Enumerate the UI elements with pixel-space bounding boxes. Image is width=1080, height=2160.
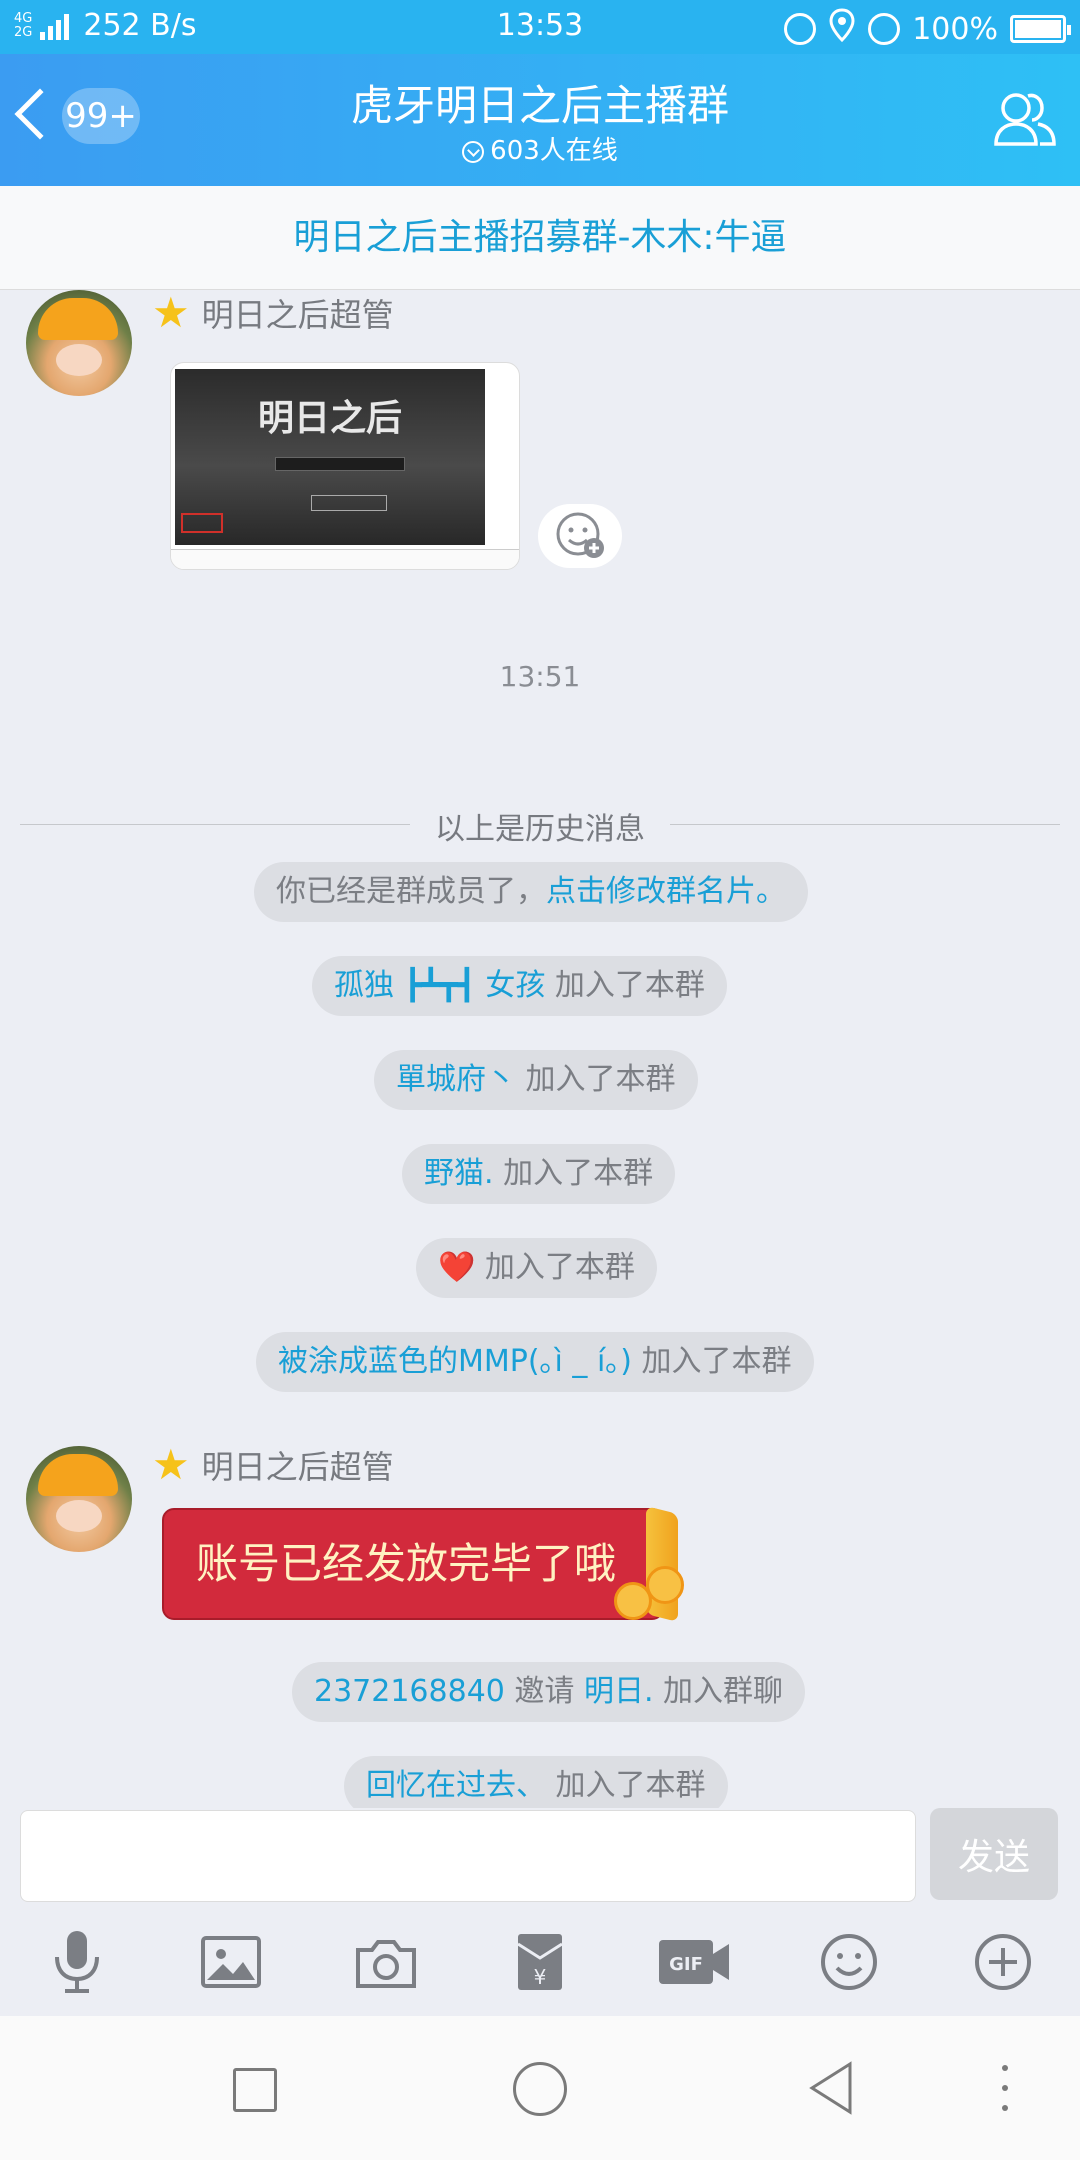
input-toolbar: ¥ GIF bbox=[0, 1912, 1080, 2012]
location-icon bbox=[828, 8, 856, 50]
alarm-icon bbox=[868, 13, 901, 45]
system-message: 你已经是群成员了，点击修改群名片。 bbox=[254, 862, 808, 922]
system-message: 單城府丶 加入了本群 bbox=[374, 1050, 698, 1110]
home-icon[interactable] bbox=[513, 2062, 567, 2116]
recent-apps-icon[interactable] bbox=[233, 2068, 277, 2112]
admin-star-icon: ★ bbox=[152, 1440, 190, 1489]
admin-star-icon: ★ bbox=[152, 290, 190, 337]
heart-icon[interactable]: ❤️ bbox=[438, 1250, 475, 1285]
message-input[interactable] bbox=[20, 1810, 916, 1902]
system-message: 被涂成蓝色的MMP(｡ì _ í｡) 加入了本群 bbox=[256, 1332, 814, 1392]
red-envelope-icon: ¥ bbox=[517, 1934, 563, 1990]
online-count-label: 603人在线 bbox=[490, 136, 618, 166]
message-timestamp: 13:51 bbox=[499, 660, 581, 693]
group-title: 虎牙明日之后主播群 bbox=[350, 81, 729, 130]
photo-button[interactable] bbox=[191, 1922, 271, 2002]
invitee-link[interactable]: 明日. bbox=[584, 1674, 654, 1709]
sender-row: ★ 明日之后超管 bbox=[152, 290, 394, 336]
coin-icon bbox=[646, 1566, 684, 1604]
sender-name: 明日之后超管 bbox=[201, 296, 394, 334]
system-message: 回忆在过去、 加入了本群 bbox=[344, 1756, 728, 1808]
camera-icon bbox=[355, 1940, 416, 1988]
emoji-icon bbox=[820, 1934, 877, 1990]
back-triangle-icon[interactable] bbox=[806, 2060, 856, 2116]
avatar[interactable] bbox=[26, 290, 132, 396]
group-announcement[interactable]: 明日之后主播招募群-木木:牛逼 bbox=[0, 186, 1080, 290]
battery-icon bbox=[1010, 15, 1071, 43]
image-message[interactable]: 明日之后 bbox=[170, 362, 520, 570]
system-message: 野猫. 加入了本群 bbox=[402, 1144, 676, 1204]
more-dots-icon[interactable] bbox=[1000, 2060, 1010, 2116]
system-message: 2372168840 邀请 明日. 加入群聊 bbox=[292, 1662, 806, 1722]
inviter-link[interactable]: 2372168840 bbox=[314, 1674, 505, 1709]
emoji-button[interactable] bbox=[809, 1922, 889, 2002]
edit-group-card-link[interactable]: 点击修改群名片。 bbox=[546, 874, 786, 909]
avatar[interactable] bbox=[26, 1446, 132, 1552]
camera-button[interactable] bbox=[346, 1922, 426, 2002]
status-right: 100% bbox=[784, 8, 1071, 50]
emoji-plus-icon bbox=[556, 512, 604, 558]
member-name-link[interactable]: 被涂成蓝色的MMP(｡ì _ í｡) bbox=[278, 1344, 632, 1379]
status-bar: 4G 2G 252 B/s 13:53 100% bbox=[0, 0, 1080, 54]
plus-circle-icon bbox=[974, 1934, 1031, 1990]
add-reaction-button[interactable] bbox=[538, 504, 622, 568]
more-button[interactable] bbox=[963, 1922, 1043, 2002]
microphone-icon bbox=[55, 1931, 100, 1993]
battery-percent: 100% bbox=[912, 11, 998, 47]
game-logo-text: 明日之后 bbox=[257, 398, 402, 439]
group-members-icon[interactable] bbox=[992, 86, 1058, 152]
gif-icon: GIF bbox=[659, 1940, 730, 1984]
online-count[interactable]: 603人在线 bbox=[0, 130, 1080, 167]
system-message: 孤独 ┣┻┳┫ 女孩 加入了本群 bbox=[312, 956, 727, 1016]
input-bar: 发送 bbox=[0, 1808, 1080, 1908]
svg-text:¥: ¥ bbox=[534, 1965, 547, 1989]
red-packet-message[interactable]: 账号已经发放完毕了哦 bbox=[162, 1506, 684, 1622]
game-screenshot: 明日之后 bbox=[175, 369, 485, 545]
member-name-link[interactable]: 回忆在过去、 bbox=[366, 1768, 546, 1803]
voice-button[interactable] bbox=[37, 1922, 117, 2002]
red-packet-button[interactable]: ¥ bbox=[500, 1922, 580, 2002]
gif-button[interactable]: GIF bbox=[654, 1922, 734, 2002]
member-name-link[interactable]: 單城府丶 bbox=[396, 1062, 516, 1097]
member-name-link[interactable]: 孤独 ┣┻┳┫ 女孩 bbox=[334, 968, 545, 1003]
member-name-link[interactable]: 野猫. bbox=[424, 1156, 494, 1191]
send-button[interactable]: 发送 bbox=[930, 1808, 1058, 1900]
red-packet-text: 账号已经发放完毕了哦 bbox=[196, 1539, 617, 1588]
chevron-down-circle-icon bbox=[462, 140, 485, 163]
chat-header: 99+ 虎牙明日之后主播群 603人在线 bbox=[0, 54, 1080, 186]
lock-rotation-icon bbox=[784, 13, 817, 45]
sender-name: 明日之后超管 bbox=[201, 1448, 394, 1486]
history-label: 以上是历史消息 bbox=[415, 812, 665, 847]
system-message: ❤️ 加入了本群 bbox=[416, 1238, 657, 1298]
history-divider: 以上是历史消息 bbox=[20, 804, 1060, 847]
svg-text:GIF: GIF bbox=[669, 1954, 703, 1975]
chat-messages[interactable]: ★ 明日之后超管 明日之后 13:51 以上是历史消息 你已经是群成员了，点击修… bbox=[0, 290, 1080, 1808]
system-nav-bar bbox=[0, 2016, 1080, 2160]
sender-row: ★ 明日之后超管 bbox=[152, 1442, 394, 1488]
image-icon bbox=[201, 1936, 262, 1988]
